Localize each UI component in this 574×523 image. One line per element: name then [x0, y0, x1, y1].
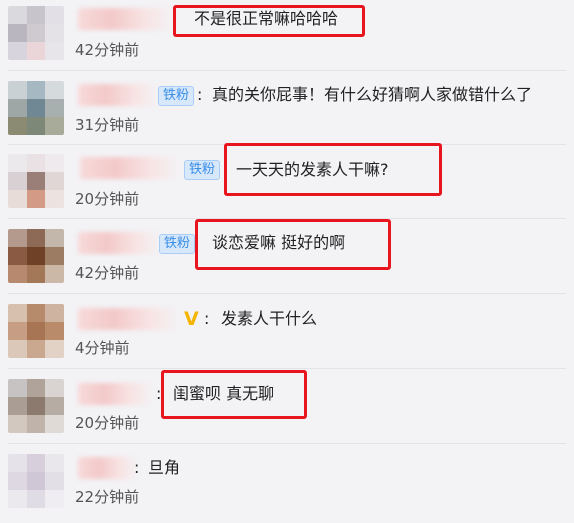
fan-badge: 铁粉 — [184, 160, 221, 180]
highlight-box — [161, 370, 307, 419]
fan-badge: 铁粉 — [159, 234, 196, 254]
avatar[interactable] — [8, 6, 64, 60]
comment-text: 真的关你屁事！有什么好猜啊人家做错什么了 — [212, 85, 533, 104]
colon: : — [134, 458, 140, 477]
highlight-box — [195, 219, 391, 270]
vip-icon: V — [184, 308, 199, 330]
avatar[interactable] — [8, 81, 64, 135]
avatar[interactable] — [8, 304, 64, 358]
comment-text: 发素人干什么 — [221, 309, 318, 328]
comment-item: 铁粉 : 一天天的发素人干嘛? 20分钟前 — [0, 143, 574, 222]
comment-item: : 旦角 22分钟前 — [0, 448, 574, 522]
comment-time: 42分钟前 — [75, 264, 140, 282]
username[interactable] — [78, 383, 153, 405]
comment-item: : 闺蜜呗 真无聊 20分钟前 — [0, 370, 574, 447]
comment-time: 20分钟前 — [75, 414, 140, 432]
comment-item: 不是很正常嘛哈哈哈 42分钟前 — [0, 0, 574, 74]
avatar[interactable] — [8, 229, 64, 283]
divider — [8, 70, 566, 71]
highlight-box — [173, 5, 365, 37]
comment-item: V : 发素人干什么 4分钟前 — [0, 298, 574, 372]
comment-time: 42分钟前 — [75, 41, 140, 59]
comment-item: 铁粉 : 真的关你屁事！有什么好猜啊人家做错什么了 31分钟前 — [0, 75, 574, 149]
avatar[interactable] — [8, 454, 64, 508]
username[interactable] — [78, 232, 160, 254]
avatar[interactable] — [8, 379, 64, 433]
username[interactable] — [78, 8, 173, 30]
comment-text: 旦角 — [148, 458, 181, 477]
highlight-box — [224, 143, 442, 196]
username[interactable] — [78, 457, 138, 479]
divider — [8, 368, 566, 369]
comment-time: 4分钟前 — [75, 339, 130, 357]
username[interactable] — [78, 308, 180, 330]
divider — [8, 293, 566, 294]
avatar[interactable] — [8, 154, 64, 208]
comment-item: 铁粉 谈恋爱嘛 挺好的啊 42分钟前 — [0, 219, 574, 297]
username[interactable] — [80, 157, 180, 179]
fan-badge: 铁粉 — [158, 86, 195, 106]
comment-time: 31分钟前 — [75, 116, 140, 134]
colon: : — [197, 85, 203, 104]
username[interactable] — [78, 84, 158, 106]
colon: : — [204, 309, 210, 328]
divider — [8, 443, 566, 444]
comment-time: 22分钟前 — [75, 488, 140, 506]
comment-time: 20分钟前 — [75, 190, 140, 208]
